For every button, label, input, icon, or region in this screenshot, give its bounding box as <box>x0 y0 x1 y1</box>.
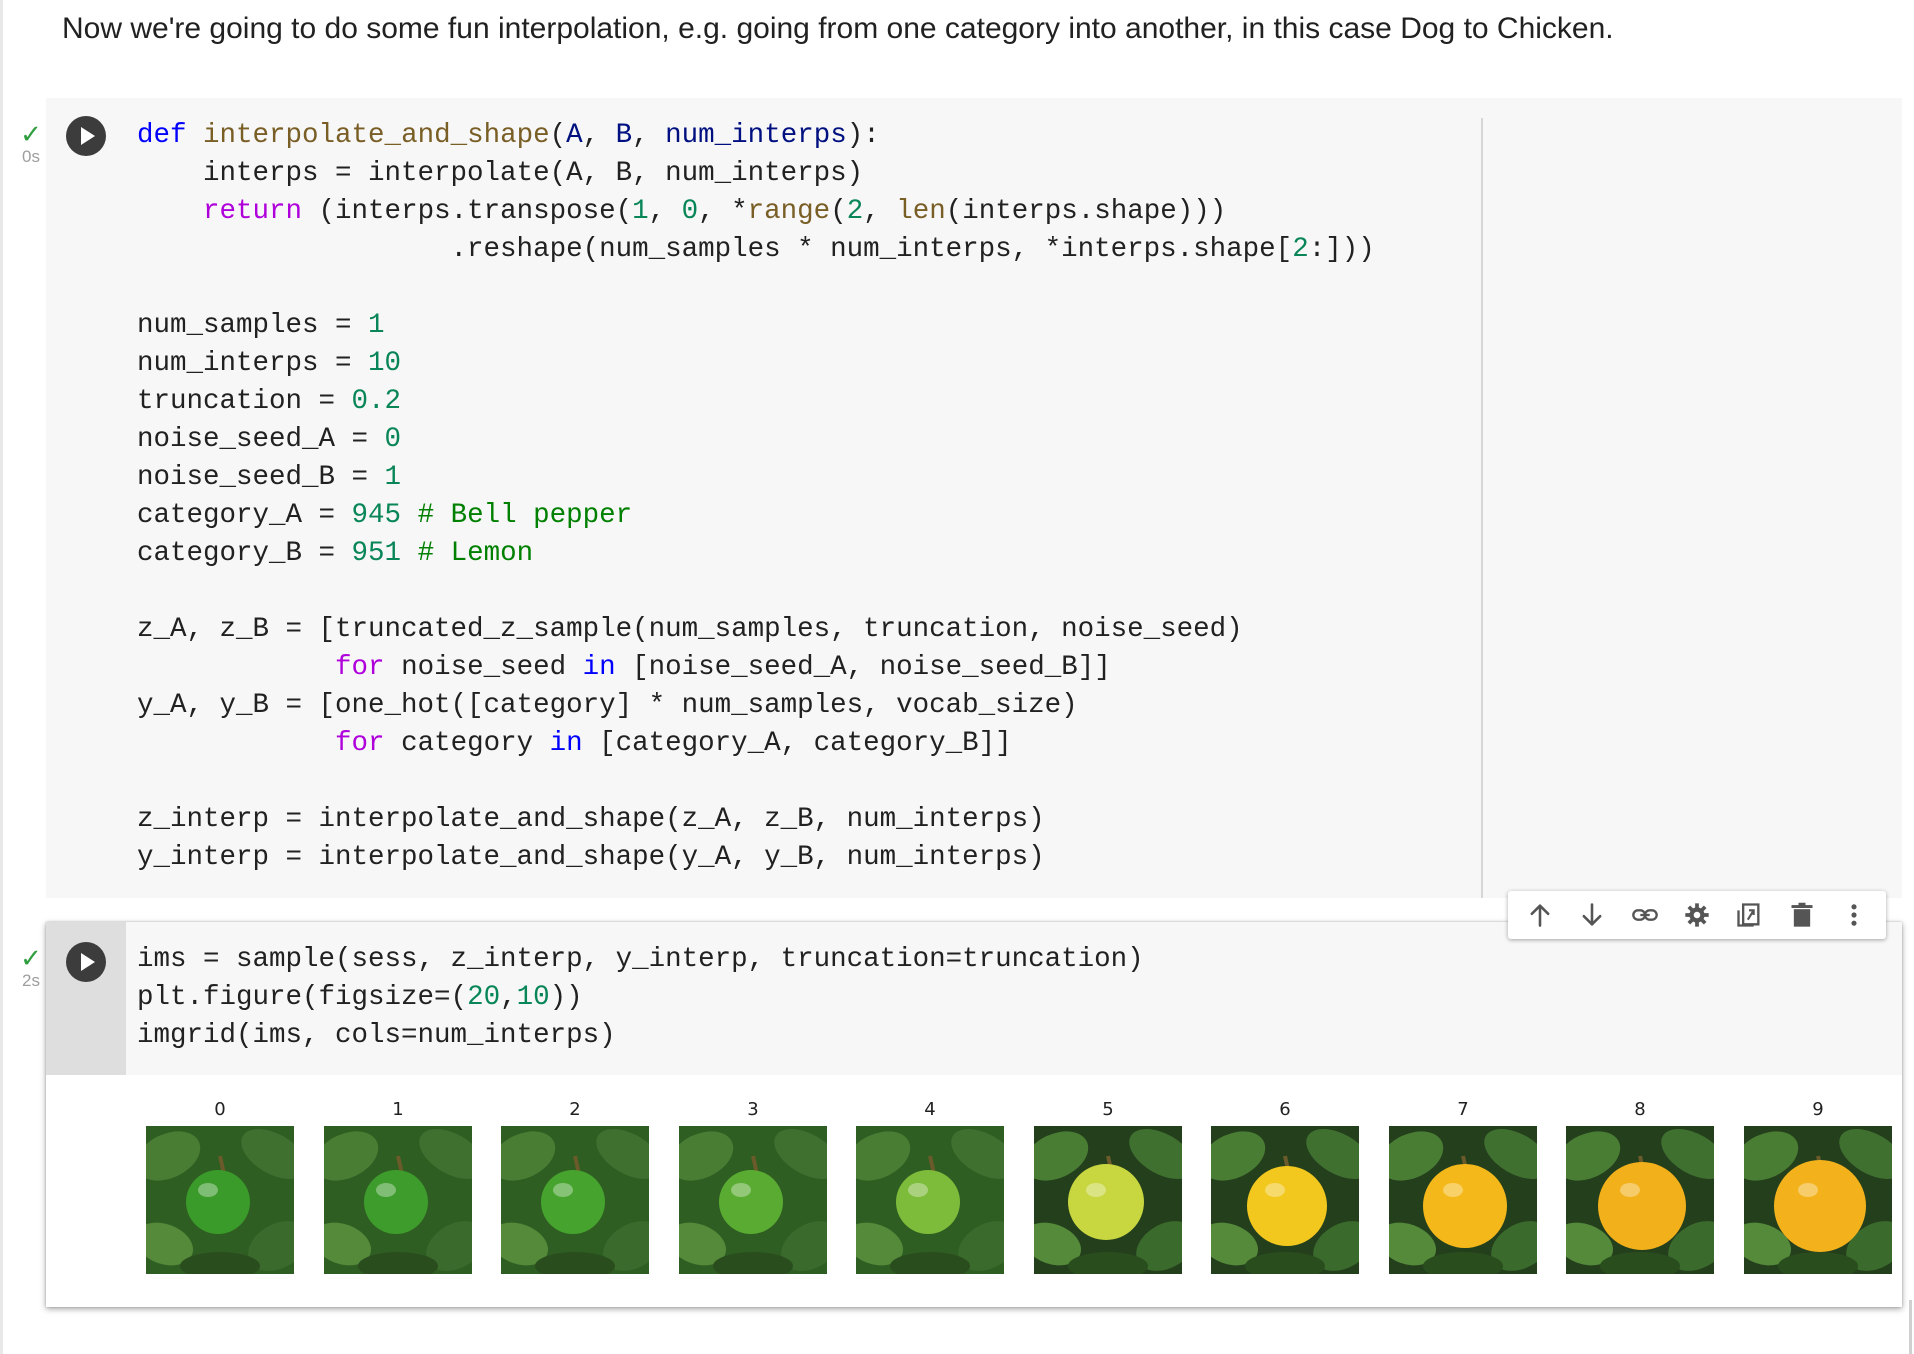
image-index-label: 8 <box>1634 1099 1646 1120</box>
code-editor[interactable]: ims = sample(sess, z_interp, y_interp, t… <box>137 941 1144 1055</box>
run-cell-button[interactable] <box>66 116 106 156</box>
link-icon <box>1631 909 1658 921</box>
generated-image <box>324 1126 472 1274</box>
check-icon: ✓ <box>20 943 42 973</box>
editor-ruler <box>1481 118 1483 898</box>
mirror-cell-button[interactable] <box>1729 895 1769 935</box>
code-editor[interactable]: def interpolate_and_shape(A, B, num_inte… <box>137 117 1375 877</box>
play-icon <box>81 953 95 971</box>
execution-time: 0s <box>22 147 40 166</box>
arrow-down-icon <box>1582 903 1602 926</box>
generated-image <box>1566 1126 1714 1274</box>
move-cell-up-button[interactable] <box>1520 895 1560 935</box>
output-image-8: 8 <box>1566 1098 1714 1274</box>
generated-image <box>1389 1126 1537 1274</box>
image-index-label: 6 <box>1279 1099 1291 1120</box>
image-index-label: 9 <box>1812 1099 1824 1120</box>
image-index-label: 3 <box>747 1099 759 1120</box>
trash-icon <box>1791 902 1813 927</box>
play-icon <box>81 127 95 145</box>
code-cell[interactable]: def interpolate_and_shape(A, B, num_inte… <box>46 98 1902 898</box>
output-image-2: 2 <box>501 1098 649 1274</box>
output-image-0: 0 <box>146 1098 294 1274</box>
output-image-6: 6 <box>1211 1098 1359 1274</box>
gear-icon <box>1685 903 1709 927</box>
generated-image <box>501 1126 649 1274</box>
output-image-4: 4 <box>856 1098 1004 1274</box>
move-cell-down-button[interactable] <box>1572 895 1612 935</box>
output-image-1: 1 <box>324 1098 472 1274</box>
cell-toolbar <box>1508 891 1886 939</box>
arrow-up-icon <box>1530 904 1550 927</box>
output-image-9: 9 <box>1744 1098 1892 1274</box>
output-image-7: 7 <box>1389 1098 1537 1274</box>
image-index-label: 5 <box>1102 1099 1114 1120</box>
execution-time: 2s <box>22 971 40 990</box>
generated-image <box>856 1126 1004 1274</box>
delete-cell-button[interactable] <box>1782 895 1822 935</box>
more-vert-icon <box>1851 904 1857 926</box>
mirror-cell-icon <box>1737 903 1760 927</box>
image-index-label: 4 <box>924 1099 936 1120</box>
run-cell-button[interactable] <box>66 942 106 982</box>
more-actions-button[interactable] <box>1834 895 1874 935</box>
code-cell-selected[interactable]: ims = sample(sess, z_interp, y_interp, t… <box>46 922 1902 1307</box>
cell-status: ✓ 2s <box>12 943 50 992</box>
image-index-label: 2 <box>569 1099 581 1120</box>
markdown-text-cell: Now we're going to do some fun interpola… <box>62 12 1614 45</box>
image-index-label: 1 <box>392 1099 404 1120</box>
image-index-label: 7 <box>1457 1099 1469 1120</box>
generated-image <box>146 1126 294 1274</box>
generated-image <box>1744 1126 1892 1274</box>
check-icon: ✓ <box>20 119 42 149</box>
cell-settings-button[interactable] <box>1677 895 1717 935</box>
page-left-border <box>0 0 3 1354</box>
cell-status: ✓ 0s <box>12 119 50 168</box>
copy-link-button[interactable] <box>1625 895 1665 935</box>
output-image-3: 3 <box>679 1098 827 1274</box>
generated-image <box>1034 1126 1182 1274</box>
scrollbar-edge[interactable] <box>1909 1300 1912 1354</box>
image-index-label: 0 <box>214 1099 226 1120</box>
generated-image <box>679 1126 827 1274</box>
output-image-5: 5 <box>1034 1098 1182 1274</box>
generated-image <box>1211 1126 1359 1274</box>
